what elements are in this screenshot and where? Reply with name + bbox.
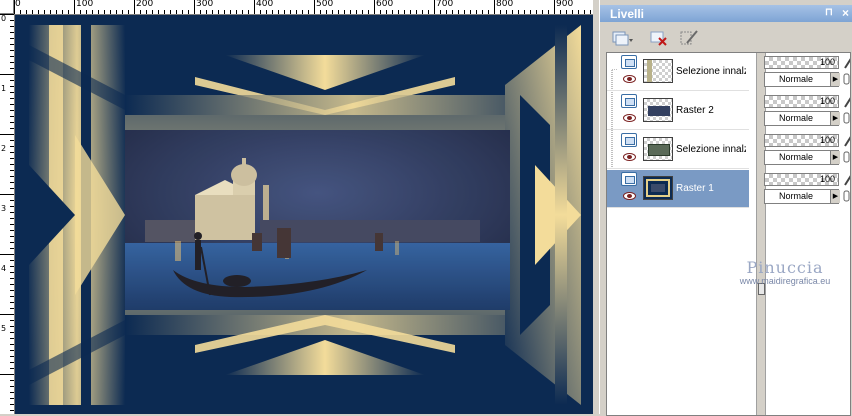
close-icon[interactable]: × — [842, 6, 849, 20]
layer-group-icon[interactable] — [621, 133, 637, 147]
ruler-top-label: 0 — [15, 0, 21, 9]
layer-props: 100 Normale ▶ — [764, 53, 850, 91]
canvas-area[interactable]: 0 100 200 300 400 500 600 700 800 900 0 … — [0, 0, 593, 414]
layer-row[interactable]: Selezione innalzat — [607, 53, 749, 91]
brush-icon[interactable] — [843, 94, 851, 108]
layer-thumbnail — [643, 137, 673, 161]
ruler-top-label: 600 — [376, 0, 394, 9]
layer-name: Raster 2 — [676, 105, 714, 116]
layer-name: Selezione innalzat — [676, 144, 746, 155]
ruler-top: 0 100 200 300 400 500 600 700 800 900 — [14, 0, 593, 15]
ruler-left-label: 1 — [1, 84, 7, 93]
layer-thumbnail — [643, 59, 673, 83]
ruler-top-label: 700 — [436, 0, 454, 9]
layer-row[interactable]: Raster 2 — [607, 92, 749, 130]
layer-row[interactable]: Selezione innalzat — [607, 131, 749, 169]
ruler-left-label: 3 — [1, 204, 7, 213]
layer-props: 100 Normale ▶ — [764, 170, 850, 208]
link-icon[interactable] — [843, 112, 851, 124]
delete-layer-button[interactable] — [648, 28, 670, 48]
ruler-top-label: 200 — [136, 0, 154, 9]
blend-mode-select[interactable]: Normale — [764, 150, 839, 165]
ruler-corner — [0, 0, 14, 14]
brush-icon[interactable] — [843, 133, 851, 147]
layer-row-selected[interactable]: Raster 1 — [607, 170, 749, 208]
opacity-field[interactable]: 100 — [764, 56, 839, 69]
ruler-left: 0 1 2 3 4 5 — [0, 14, 15, 414]
ruler-left-label: 2 — [1, 144, 7, 153]
layer-props: 100 Normale ▶ — [764, 131, 850, 169]
watermark-name: Pinuccia — [746, 258, 824, 277]
layer-group-icon[interactable] — [621, 94, 637, 108]
pin-icon[interactable]: ⊓ — [825, 7, 835, 19]
blend-mode-select[interactable]: Normale — [764, 72, 839, 87]
visibility-eye-icon[interactable] — [623, 192, 636, 200]
layer-list[interactable]: Selezione innalzat Raster 2 Selezione in… — [606, 52, 851, 416]
opacity-field[interactable]: 100 — [764, 173, 839, 186]
layer-group-icon[interactable] — [621, 172, 637, 186]
new-layer-icon — [612, 31, 633, 46]
dropdown-arrow-icon[interactable]: ▶ — [830, 190, 840, 203]
ruler-left-label: 0 — [1, 14, 7, 23]
layer-thumbnail — [643, 98, 673, 122]
opacity-field[interactable]: 100 — [764, 95, 839, 108]
watermark-url: www.maidiregrafica.eu — [739, 276, 831, 286]
ruler-top-label: 800 — [496, 0, 514, 9]
blend-mode-select[interactable]: Normale — [764, 189, 839, 204]
layer-name: Selezione innalzat — [676, 66, 746, 77]
layer-name: Raster 1 — [676, 183, 714, 194]
layer-properties-button[interactable] — [678, 28, 700, 48]
layer-props: 100 Normale ▶ — [764, 92, 850, 130]
artwork-frame — [15, 15, 593, 414]
panel-title: Livelli — [610, 7, 645, 21]
ruler-top-label: 900 — [556, 0, 574, 9]
opacity-field[interactable]: 100 — [764, 134, 839, 147]
visibility-eye-icon[interactable] — [623, 114, 636, 122]
ruler-top-label: 100 — [76, 0, 94, 9]
layers-toolbar — [600, 24, 852, 50]
ruler-left-label: 4 — [1, 264, 7, 273]
brush-icon[interactable] — [843, 172, 851, 186]
ruler-left-label: 5 — [1, 324, 7, 333]
link-icon[interactable] — [843, 190, 851, 202]
layer-properties-icon — [680, 30, 698, 45]
layer-group-icon[interactable] — [621, 55, 637, 69]
blend-mode-select[interactable]: Normale — [764, 111, 839, 126]
new-layer-dropdown-button[interactable] — [610, 28, 633, 48]
dropdown-arrow-icon[interactable]: ▶ — [830, 112, 840, 125]
link-icon[interactable] — [843, 73, 851, 85]
ruler-top-label: 300 — [196, 0, 214, 9]
visibility-eye-icon[interactable] — [623, 75, 636, 83]
visibility-eye-icon[interactable] — [623, 153, 636, 161]
link-icon[interactable] — [843, 151, 851, 163]
dropdown-arrow-icon[interactable]: ▶ — [830, 73, 840, 86]
watermark: Pinuccia www.maidiregrafica.eu — [717, 258, 852, 298]
image-canvas[interactable] — [15, 15, 593, 414]
delete-layer-icon — [650, 31, 667, 46]
ruler-left-ticks — [0, 14, 14, 411]
ruler-top-label: 500 — [316, 0, 334, 9]
ruler-top-label: 400 — [256, 0, 274, 9]
dropdown-arrow-icon[interactable]: ▶ — [830, 151, 840, 164]
brush-icon[interactable] — [843, 55, 851, 69]
layers-panel: Livelli ⊓ × Selezione innal Raster 2 Sel… — [599, 0, 852, 416]
layer-thumbnail — [643, 176, 673, 200]
panel-title-bar[interactable]: Livelli ⊓ × — [600, 5, 852, 22]
